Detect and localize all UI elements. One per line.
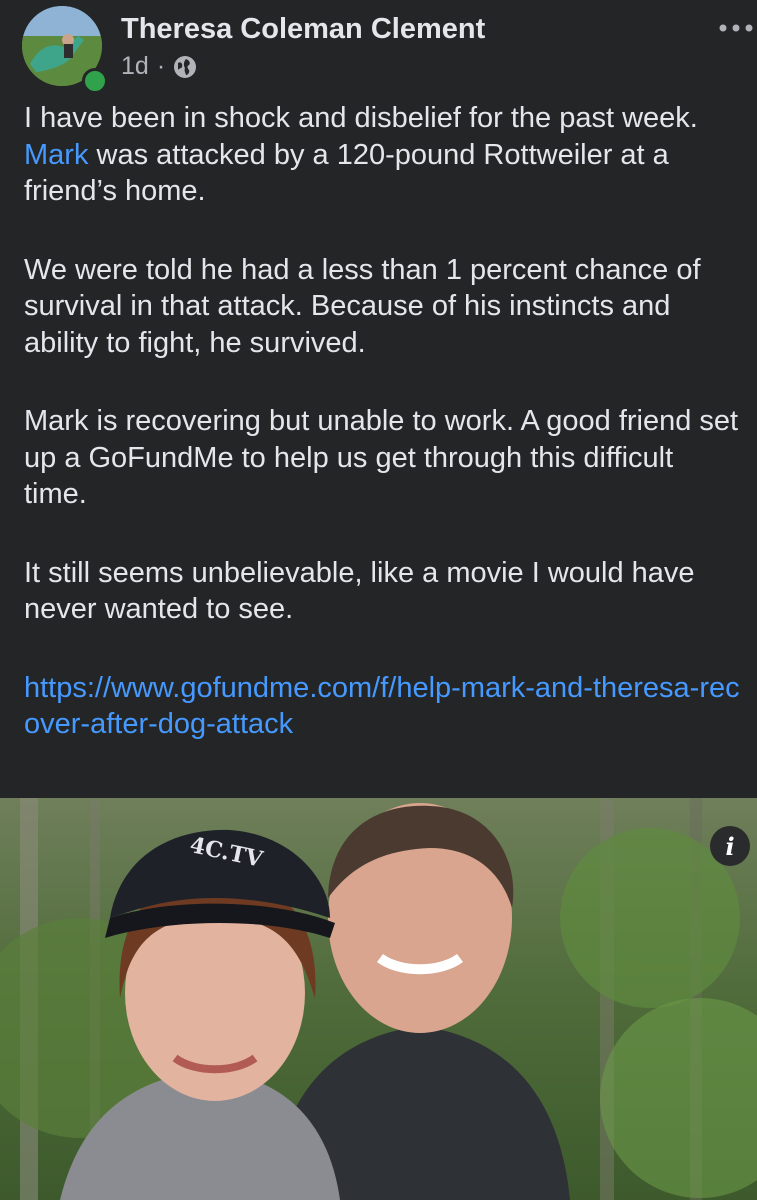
post-header: Theresa Coleman Clement 1d · xyxy=(0,0,757,100)
paragraph-3: Mark is recovering but unable to work. A… xyxy=(24,405,739,510)
mention-mark-link[interactable]: Mark xyxy=(24,139,88,171)
p1-before: I have been in shock and disbelief for t… xyxy=(24,102,698,134)
p1-after: was attacked by a 120-pound Rottweiler a… xyxy=(24,138,669,208)
meta-separator: · xyxy=(156,52,166,80)
online-status-dot xyxy=(82,68,108,94)
paragraph-1: I have been in shock and disbelief for t… xyxy=(24,100,744,210)
post-meta: 1d · xyxy=(121,52,197,81)
profile-avatar[interactable] xyxy=(22,6,108,94)
facebook-post: Theresa Coleman Clement 1d · I have been… xyxy=(0,0,757,1200)
gofundme-link[interactable]: https://www.gofundme.com/f/help-mark-and… xyxy=(24,670,744,743)
post-time[interactable]: 1d xyxy=(121,52,149,81)
globe-icon xyxy=(174,55,197,78)
post-photo[interactable]: 4C.TV xyxy=(0,798,757,1200)
paragraph-2: We were told he had a less than 1 percen… xyxy=(24,253,701,359)
paragraph-4: It still seems unbelievable, like a movi… xyxy=(24,556,695,626)
more-horizontal-icon[interactable] xyxy=(718,22,754,34)
photo-info-button[interactable]: i xyxy=(710,826,750,866)
post-body: I have been in shock and disbelief for t… xyxy=(24,100,744,785)
info-icon: i xyxy=(725,831,735,861)
author-name[interactable]: Theresa Coleman Clement xyxy=(121,13,485,46)
